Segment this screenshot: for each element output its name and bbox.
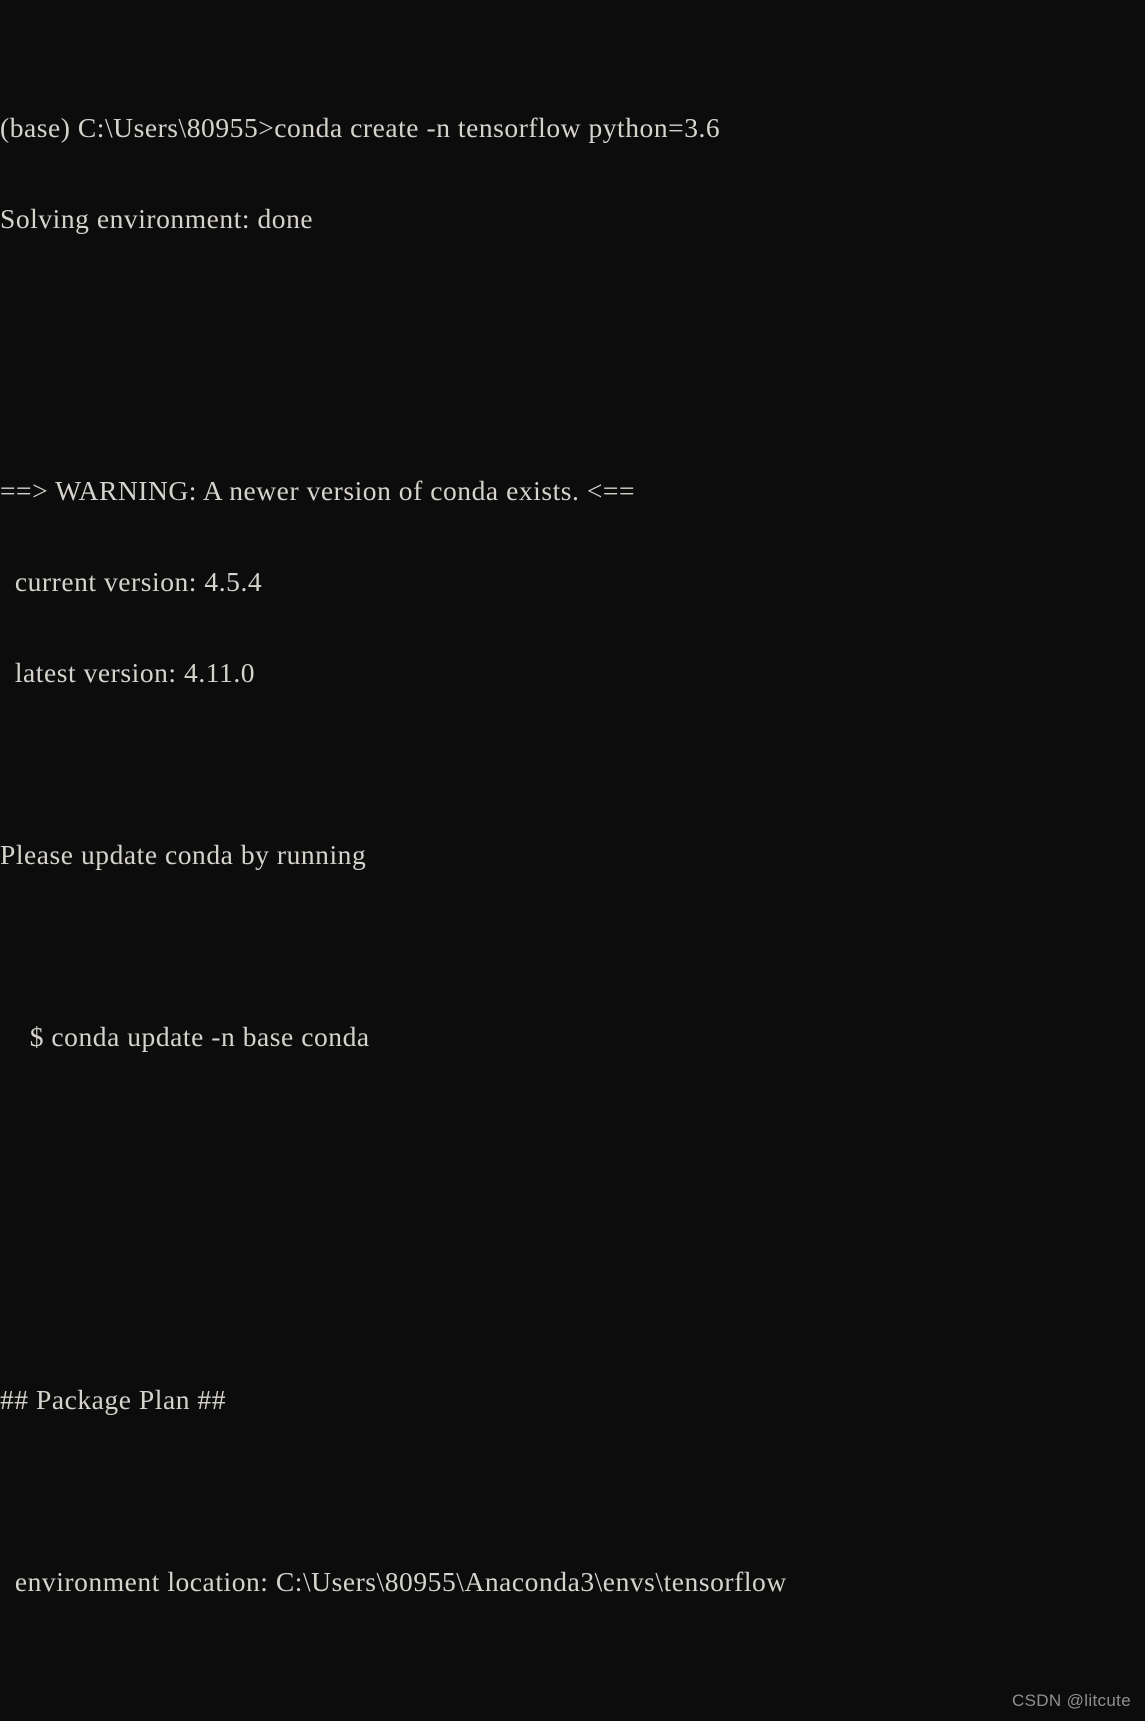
warning-latest-version: latest version: 4.11.0 [0,657,256,689]
update-instruction: Please update conda by running [0,839,367,871]
package-plan-heading: ## Package Plan ## [0,1384,227,1416]
csdn-watermark: CSDN @litcute [1012,1691,1131,1710]
warning-current-version: current version: 4.5.4 [0,566,263,598]
console-output: (base) C:\Users\80955>conda create -n te… [0,22,1145,1721]
update-command: $ conda update -n base conda [0,1020,370,1052]
solving-environment-line: Solving environment: done [0,202,314,234]
command-prompt-line: (base) C:\Users\80955>conda create -n te… [0,111,721,143]
terminal-window[interactable]: (base) C:\Users\80955>conda create -n te… [0,0,1145,1721]
warning-banner: ==> WARNING: A newer version of conda ex… [0,475,636,507]
environment-location: environment location: C:\Users\80955\Ana… [0,1566,787,1598]
